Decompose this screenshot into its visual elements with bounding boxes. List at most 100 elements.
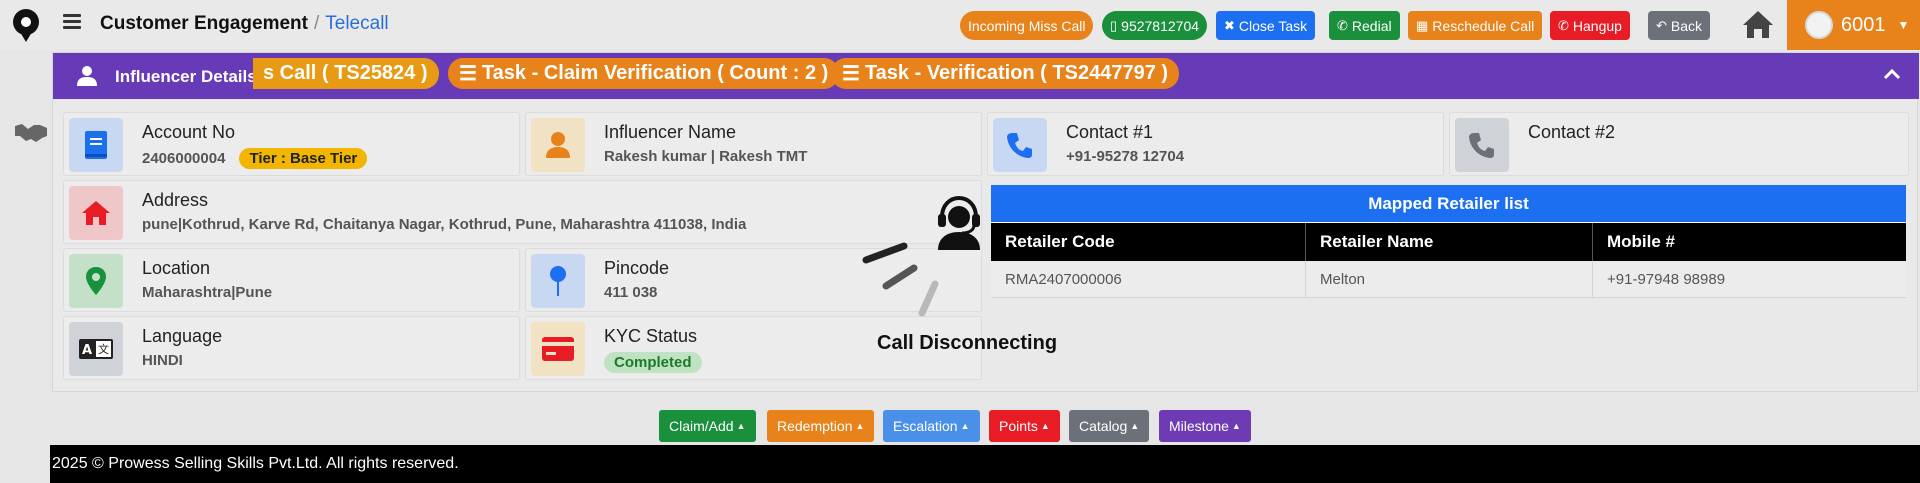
milestone-label: Milestone [1169,418,1229,434]
hangup-label: Hangup [1572,17,1622,34]
panel-title: Influencer Details [115,67,257,86]
mobile-icon: ▯ [1110,17,1118,33]
handshake-icon[interactable] [14,120,48,144]
mapped-retailer-table: Mapped Retailer list Retailer Code Retai… [991,185,1906,298]
location-value: Maharashtra|Pune [142,284,273,301]
column-retailer-code: Retailer Code [991,223,1306,261]
retailer-mobile-cell: +91-97948 98989 [1607,270,1726,288]
retailer-name-cell: Melton [1306,261,1593,297]
person-icon [531,118,585,172]
book-icon [69,118,123,172]
claim-verification-label: Task - Claim Verification ( Count : 2 ) [481,62,829,84]
location-label: Location [142,258,211,278]
close-task-label: Close Task [1238,17,1308,34]
contact1-card: Contact #1 +91-95278 12704 [987,112,1444,176]
home-icon[interactable] [1741,8,1775,40]
redemption-label: Redemption [777,418,853,434]
escalation-label: Escalation [893,418,958,434]
caret-up-icon: ▲ [736,421,746,431]
account-label: Account No [142,122,236,142]
claim-verification-badge[interactable]: ☰ Task - Claim Verification ( Count : 2 ) [448,58,840,89]
top-bar: Customer Engagement / Telecall Incoming Mi… [0,0,1920,50]
panel-header: Influencer Details s Call ( TS25824 ) ☰ T… [53,53,1919,99]
breadcrumb-main: Customer Engagement [100,13,308,34]
milestone-button[interactable]: Milestone ▲ [1159,410,1251,442]
breadcrumb: Customer Engagement / Telecall [100,13,389,35]
language-card: A文 Language HINDI [63,316,520,380]
caret-up-icon: ▲ [960,421,970,431]
address-label: Address [142,190,209,210]
pushpin-icon [531,254,585,308]
reply-arrow-icon: ↶ [1656,17,1667,33]
caret-up-icon: ▲ [1130,421,1140,431]
caret-up-icon: ▲ [1040,421,1050,431]
pincode-label: Pincode [604,258,670,278]
house-icon [69,186,123,240]
back-button[interactable]: ↶ Back [1648,11,1711,40]
catalog-button[interactable]: Catalog ▲ [1069,410,1150,442]
redemption-button[interactable]: Redemption ▲ [767,410,875,442]
location-card: Location Maharashtra|Pune [63,248,520,312]
incoming-miss-call-button[interactable]: Incoming Miss Call [960,11,1094,40]
reschedule-call-label: Reschedule Call [1432,17,1535,34]
call-status-text: Call Disconnecting [877,332,1058,354]
menu-toggle-icon[interactable] [63,14,81,30]
redial-button[interactable]: ✆ Redial [1329,11,1400,40]
back-label: Back [1670,17,1703,34]
hangup-button[interactable]: ✆ Hangup [1550,11,1630,40]
contact2-label: Contact #2 [1528,122,1616,142]
language-icon: A文 [69,322,123,376]
influencer-name-value: Rakesh kumar | Rakesh TMT [604,148,808,165]
contact2-card: Contact #2 [1449,112,1909,176]
user-icon [77,66,97,86]
phone-icon [1455,118,1509,172]
kyc-status-badge: Completed [604,352,702,373]
reschedule-call-button[interactable]: ▦ Reschedule Call [1408,11,1543,40]
svg-text:A: A [82,343,92,358]
task-list-icon: ☰ [459,63,477,85]
pincode-value: 411 038 [604,284,658,301]
claim-add-label: Claim/Add [669,418,734,434]
user-menu[interactable]: 6001 ▼ [1787,0,1920,50]
loading-spinner-icon [862,242,939,317]
calendar-icon: ▦ [1416,17,1429,33]
account-value: 2406000004 Tier : Base Tier [142,148,368,169]
language-label: Language [142,326,223,346]
claim-add-button[interactable]: Claim/Add ▲ [659,410,756,442]
close-task-button[interactable]: ✖ Close Task [1216,11,1316,40]
contact1-value[interactable]: +91-95278 12704 [1066,148,1184,165]
task-list-icon: ☰ [842,63,860,85]
address-value: pune|Kothrud, Karve Rd, Chaitanya Nagar,… [142,216,747,233]
caret-up-icon: ▲ [1231,421,1241,431]
column-retailer-name: Retailer Name [1306,223,1593,261]
footer-copyright: 2025 © Prowess Selling Skills Pvt.Ltd. A… [52,455,459,472]
close-box-icon: ✖ [1224,17,1235,33]
breadcrumb-telecall[interactable]: Telecall [325,13,388,34]
phone-number-label: 9527812704 [1121,17,1200,34]
call-badge[interactable]: s Call ( TS25824 ) [253,58,439,89]
contact1-label: Contact #1 [1066,122,1154,142]
retailer-code-cell: RMA2407000006 [991,261,1306,297]
verification-badge[interactable]: ☰ Task - Verification ( TS2447797 ) [831,58,1180,89]
table-row[interactable]: RMA2407000006 Melton +91-97948 98989 [991,261,1906,298]
account-card: Account No 2406000004 Tier : Base Tier [63,112,520,176]
escalation-button[interactable]: Escalation ▲ [883,410,980,442]
column-mobile: Mobile # [1607,232,1676,251]
phone-icon [993,118,1047,172]
points-button[interactable]: Points ▲ [989,410,1060,442]
catalog-label: Catalog [1079,418,1128,434]
svg-text:文: 文 [98,342,109,356]
incoming-miss-call-label: Incoming Miss Call [968,17,1086,34]
phone-number-button[interactable]: ▯ 9527812704 [1102,11,1208,40]
phone-slash-icon: ✆ [1558,17,1569,33]
logo-icon [13,9,39,42]
avatar [1805,11,1833,39]
verification-label: Task - Verification ( TS2447797 ) [864,62,1169,84]
redial-label: Redial [1351,17,1392,34]
call-badge-label: s Call ( TS25824 ) [263,62,428,84]
chevron-up-icon[interactable] [1883,67,1901,81]
language-value: HINDI [142,352,183,369]
retailer-table-header: Retailer Code Retailer Name Mobile # [991,222,1906,261]
account-number: 2406000004 [142,150,226,167]
influencer-name-label: Influencer Name [604,122,737,142]
